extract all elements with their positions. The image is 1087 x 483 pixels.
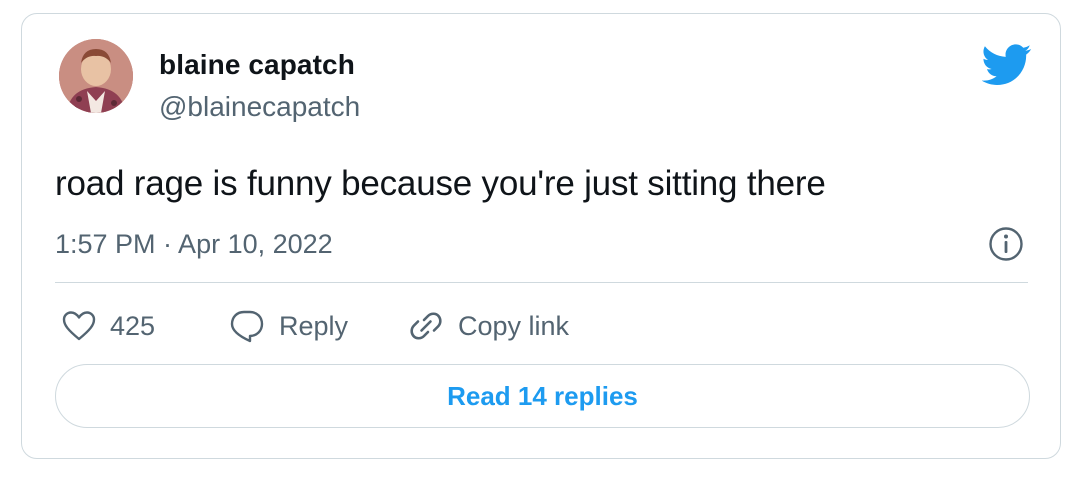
tweet-timestamp[interactable]: 1:57 PM · Apr 10, 2022	[55, 229, 333, 260]
heart-outline-icon	[62, 311, 96, 341]
read-replies-label: Read 14 replies	[447, 380, 638, 411]
reply-label: Reply	[279, 310, 349, 341]
author-handle[interactable]: @blainecapatch	[159, 91, 360, 123]
link-chain-icon	[410, 312, 442, 340]
copy-link-button[interactable]: Copy link	[408, 306, 569, 346]
avatar-photo-icon	[59, 39, 133, 113]
read-replies-button[interactable]: Read 14 replies	[55, 364, 1030, 428]
twitter-bird-icon[interactable]	[981, 44, 1032, 86]
author-name[interactable]: blaine capatch	[159, 49, 355, 81]
like-count: 425	[110, 310, 156, 341]
tweet-card: blaine capatch @blainecapatch road rage …	[21, 13, 1061, 459]
speech-bubble-icon	[230, 310, 264, 343]
avatar[interactable]	[59, 39, 133, 113]
like-button[interactable]: 425	[62, 306, 155, 346]
info-circle-icon[interactable]	[988, 226, 1024, 262]
copy-link-label: Copy link	[458, 310, 570, 341]
tweet-text: road rage is funny because you're just s…	[55, 164, 826, 203]
divider	[55, 282, 1028, 283]
reply-button[interactable]: Reply	[229, 306, 348, 346]
